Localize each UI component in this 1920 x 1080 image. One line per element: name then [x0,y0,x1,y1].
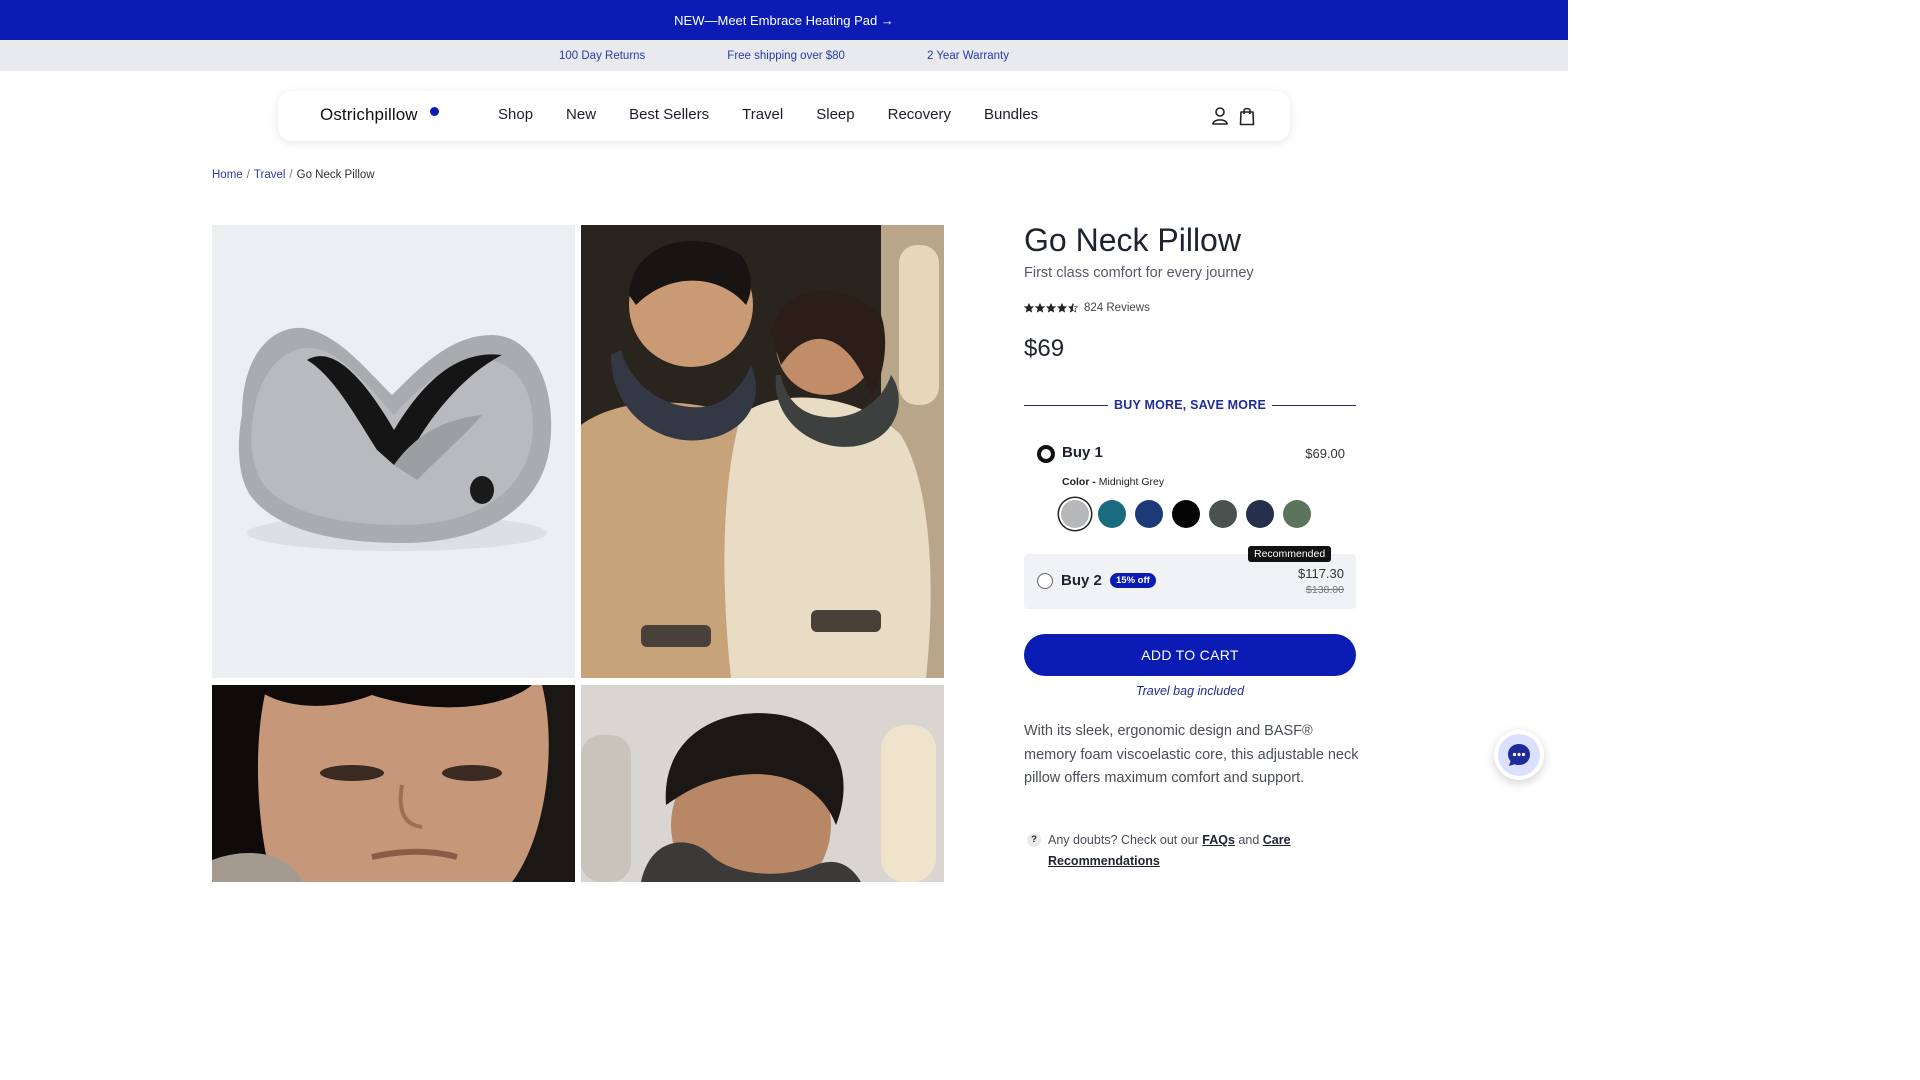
review-count[interactable]: 824 Reviews [1084,302,1150,314]
swatch-black[interactable] [1172,500,1200,528]
star-full-icon [1046,303,1056,313]
main-nav: Ostrichpillow Shop New Best Sellers Trav… [278,91,1290,141]
bundle-heading-text: BUY MORE, SAVE MORE [1114,398,1266,412]
nav-links: Shop New Best Sellers Travel Sleep Recov… [498,106,1038,123]
product-price: $69 [1024,335,1065,362]
star-full-icon [1024,303,1034,313]
nav-shop[interactable]: Shop [498,106,533,123]
question-icon: ? [1027,833,1041,847]
option-price: $69.00 [1305,446,1345,461]
product-image-couple[interactable] [581,225,944,678]
account-icon[interactable] [1211,106,1229,126]
product-image-man[interactable] [581,685,944,882]
star-rating [1024,303,1078,313]
radio-unselected[interactable] [1037,573,1053,589]
star-full-icon [1057,303,1067,313]
option-label: Buy 2 [1061,572,1102,589]
perk-shipping[interactable]: Free shipping over $80 [727,50,845,62]
help-and: and [1238,833,1260,847]
nav-icons [1211,106,1256,126]
perk-returns[interactable]: 100 Day Returns [559,50,645,62]
product-subtitle: First class comfort for every journey [1024,265,1254,281]
product-description: With its sleek, ergonomic design and BAS… [1024,723,1359,786]
nav-sleep[interactable]: Sleep [816,106,854,123]
perks-bar: 100 Day Returns Free shipping over $80 2… [0,40,1568,71]
nav-travel[interactable]: Travel [742,106,783,123]
breadcrumb-current: Go Neck Pillow [296,169,375,181]
radio-selected[interactable] [1037,445,1055,463]
nav-best-sellers[interactable]: Best Sellers [629,106,709,123]
rating[interactable]: 824 Reviews [1024,302,1150,314]
option-price: $117.30 [1297,566,1344,581]
divider [1272,404,1357,406]
perk-warranty[interactable]: 2 Year Warranty [927,50,1009,62]
option-label: Buy 1 [1062,444,1103,461]
breadcrumb-travel[interactable]: Travel [254,169,286,181]
star-full-icon [1035,303,1045,313]
breadcrumb-home[interactable]: Home [212,169,243,181]
help-prefix: Any doubts? Check out our [1048,833,1199,847]
announcement-link[interactable]: NEW—Meet Embrace Heating Pad → [674,13,894,28]
add-to-cart-button[interactable]: ADD TO CART [1024,634,1356,676]
travel-bag-note: Travel bag included [1135,684,1245,698]
bundle-option-buy-2[interactable]: Recommended Buy 2 15% off $117.30 $138.0… [1024,546,1356,609]
divider [1024,404,1109,406]
faqs-link[interactable]: FAQs [1202,833,1235,847]
product-title: Go Neck Pillow [1024,222,1241,258]
color-swatches [1061,500,1311,528]
nav-recovery[interactable]: Recovery [888,106,951,123]
color-label: Color - Midnight Grey [1062,476,1164,488]
product-image-woman[interactable] [212,685,575,882]
bundle-option-buy-1[interactable]: Buy 1 $69.00 Color - Midnight Grey [1024,430,1356,544]
swatch-dark-blue[interactable] [1246,500,1274,528]
color-label-prefix: Color - [1062,476,1096,488]
logo[interactable]: Ostrichpillow [320,105,418,125]
swatch-dark-grey[interactable] [1209,500,1237,528]
color-value: Midnight Grey [1098,476,1165,488]
swatch-midnight-grey[interactable] [1061,500,1089,528]
swatch-green[interactable] [1283,500,1311,528]
chat-icon [1508,744,1530,766]
breadcrumb-separator: / [246,169,250,181]
recommended-badge: Recommended [1248,546,1332,562]
original-price: $138.00 [1306,584,1344,596]
help-text: Any doubts? Check out our FAQs and Care … [1048,830,1348,871]
chat-button[interactable] [1494,730,1544,780]
announcement-bar: NEW—Meet Embrace Heating Pad → [0,0,1568,40]
breadcrumb: Home / Travel / Go Neck Pillow [212,169,375,181]
product-image-pillow[interactable] [212,225,575,678]
swatch-teal[interactable] [1098,500,1126,528]
nav-bundles[interactable]: Bundles [984,106,1038,123]
nav-new[interactable]: New [566,106,596,123]
breadcrumb-separator: / [289,169,293,181]
chat-icon-wrap [1498,734,1540,776]
bag-icon[interactable] [1238,106,1256,126]
swatch-navy[interactable] [1135,500,1163,528]
star-half-icon [1068,303,1078,313]
bundle-heading: BUY MORE, SAVE MORE [1024,396,1357,414]
logo-dot [430,107,439,116]
discount-badge: 15% off [1110,573,1156,588]
